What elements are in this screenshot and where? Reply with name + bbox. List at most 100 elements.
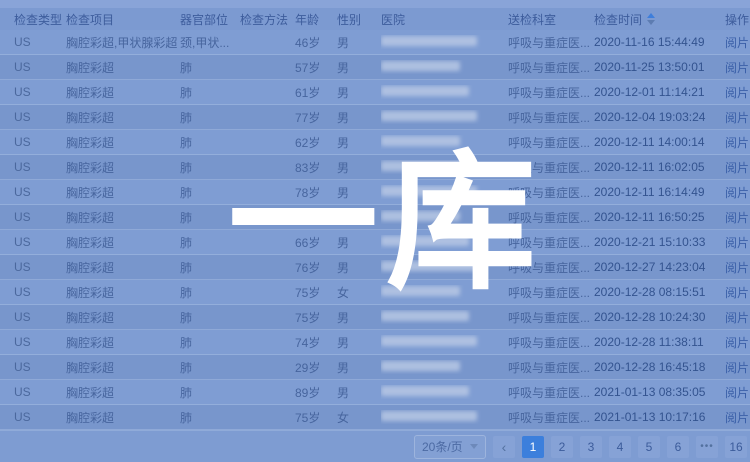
cell-hospital-redacted	[381, 235, 508, 249]
cell-actions: 阅片	[725, 234, 750, 251]
cell-age: 57岁	[295, 59, 337, 76]
table-row: US 胸腔彩超 肺 61岁 男 呼吸与重症医... 2020-12-01 11:…	[0, 80, 750, 105]
cell-exam-item: 胸腔彩超	[66, 209, 180, 226]
cell-hospital-redacted	[381, 335, 508, 349]
cell-exam-time: 2020-12-11 16:50:25	[594, 210, 725, 224]
cell-gender: 男	[337, 34, 381, 51]
cell-gender: 男	[337, 309, 381, 326]
page-button-16[interactable]: 16	[725, 436, 747, 458]
cell-department: 呼吸与重症医...	[508, 109, 594, 126]
table-row: US 胸腔彩超 肺 76岁 女 呼吸与重症医... 2020-12-11 16:…	[0, 205, 750, 230]
cell-exam-time: 2020-12-28 11:38:11	[594, 335, 725, 349]
cell-hospital-redacted	[381, 135, 508, 149]
cell-organ: 肺	[180, 159, 240, 176]
cell-actions: 阅片	[725, 259, 750, 276]
view-images-link[interactable]: 阅片	[725, 61, 749, 75]
table-row: US 胸腔彩超 肺 57岁 男 呼吸与重症医... 2020-11-25 13:…	[0, 55, 750, 80]
page-button-1[interactable]: 1	[522, 436, 544, 458]
column-header-exam-type: 检查类型	[14, 11, 66, 28]
cell-exam-time: 2021-01-13 08:35:05	[594, 385, 725, 399]
view-images-link[interactable]: 阅片	[725, 236, 749, 250]
cell-organ: 肺	[180, 259, 240, 276]
column-header-exam-time-label: 检查时间	[594, 11, 642, 28]
cell-exam-item: 胸腔彩超	[66, 109, 180, 126]
view-images-link[interactable]: 阅片	[725, 361, 749, 375]
view-images-link[interactable]: 阅片	[725, 261, 749, 275]
page-button-4[interactable]: 4	[609, 436, 631, 458]
cell-organ: 肺	[180, 184, 240, 201]
redacted-hospital-name	[381, 136, 460, 146]
prev-page-button[interactable]: ‹	[493, 436, 515, 458]
cell-exam-time: 2020-11-16 15:44:49	[594, 35, 725, 49]
cell-exam-item: 胸腔彩超	[66, 309, 180, 326]
page-button-3[interactable]: 3	[580, 436, 602, 458]
cell-gender: 男	[337, 159, 381, 176]
table-row: US 胸腔彩超 肺 76岁 男 呼吸与重症医... 2020-12-27 14:…	[0, 255, 750, 280]
cell-department: 呼吸与重症医...	[508, 59, 594, 76]
cell-organ: 肺	[180, 384, 240, 401]
cell-age: 66岁	[295, 234, 337, 251]
cell-hospital-redacted	[381, 35, 508, 49]
view-images-link[interactable]: 阅片	[725, 336, 749, 350]
column-header-exam-time[interactable]: 检查时间	[594, 11, 725, 28]
redacted-hospital-name	[381, 161, 469, 171]
cell-exam-time: 2020-12-27 14:23:04	[594, 260, 725, 274]
cell-actions: 阅片	[725, 284, 750, 301]
cell-actions: 阅片	[725, 159, 750, 176]
redacted-hospital-name	[381, 86, 469, 96]
cell-exam-time: 2020-12-11 14:00:14	[594, 135, 725, 149]
cell-department: 呼吸与重症医...	[508, 234, 594, 251]
column-header-organ: 器官部位	[180, 11, 240, 28]
column-header-method: 检查方法	[240, 11, 295, 28]
table-row: US 胸腔彩超 肺 77岁 男 呼吸与重症医... 2020-12-04 19:…	[0, 105, 750, 130]
view-images-link[interactable]: 阅片	[725, 411, 749, 425]
view-images-link[interactable]: 阅片	[725, 36, 749, 50]
redacted-hospital-name	[381, 386, 469, 396]
cell-actions: 阅片	[725, 34, 750, 51]
sort-ascending-icon[interactable]	[647, 13, 655, 18]
cell-exam-item: 胸腔彩超	[66, 184, 180, 201]
sort-descending-icon[interactable]	[647, 20, 655, 25]
redacted-hospital-name	[381, 211, 460, 221]
top-strip	[0, 0, 750, 8]
page-button-2[interactable]: 2	[551, 436, 573, 458]
cell-organ: 肺	[180, 309, 240, 326]
cell-age: 75岁	[295, 284, 337, 301]
cell-age: 76岁	[295, 209, 337, 226]
cell-exam-type: US	[14, 135, 66, 149]
view-images-link[interactable]: 阅片	[725, 86, 749, 100]
view-images-link[interactable]: 阅片	[725, 111, 749, 125]
cell-exam-item: 胸腔彩超	[66, 134, 180, 151]
cell-gender: 男	[337, 334, 381, 351]
view-images-link[interactable]: 阅片	[725, 311, 749, 325]
page-size-select[interactable]: 20条/页	[414, 435, 486, 459]
cell-gender: 男	[337, 359, 381, 376]
cell-actions: 阅片	[725, 59, 750, 76]
column-header-hospital: 医院	[381, 11, 508, 28]
page-button-5[interactable]: 5	[638, 436, 660, 458]
more-pages-button[interactable]: •••	[696, 436, 718, 458]
cell-department: 呼吸与重症医...	[508, 359, 594, 376]
cell-exam-item: 胸腔彩超	[66, 359, 180, 376]
column-header-gender: 性别	[337, 11, 381, 28]
cell-department: 呼吸与重症医...	[508, 259, 594, 276]
view-images-link[interactable]: 阅片	[725, 136, 749, 150]
sort-caret-icon[interactable]	[647, 13, 655, 25]
cell-organ: 肺	[180, 359, 240, 376]
cell-department: 呼吸与重症医...	[508, 159, 594, 176]
cell-department: 呼吸与重症医...	[508, 34, 594, 51]
page-button-6[interactable]: 6	[667, 436, 689, 458]
cell-age: 74岁	[295, 334, 337, 351]
view-images-link[interactable]: 阅片	[725, 386, 749, 400]
view-images-link[interactable]: 阅片	[725, 286, 749, 300]
cell-organ: 肺	[180, 284, 240, 301]
cell-gender: 男	[337, 134, 381, 151]
cell-department: 呼吸与重症医...	[508, 209, 594, 226]
view-images-link[interactable]: 阅片	[725, 186, 749, 200]
view-images-link[interactable]: 阅片	[725, 161, 749, 175]
view-images-link[interactable]: 阅片	[725, 211, 749, 225]
cell-exam-type: US	[14, 210, 66, 224]
cell-gender: 女	[337, 284, 381, 301]
table-body: US 胸腔彩超,甲状腺彩超 颈,甲状... 46岁 男 呼吸与重症医... 20…	[0, 30, 750, 430]
cell-exam-item: 胸腔彩超	[66, 234, 180, 251]
